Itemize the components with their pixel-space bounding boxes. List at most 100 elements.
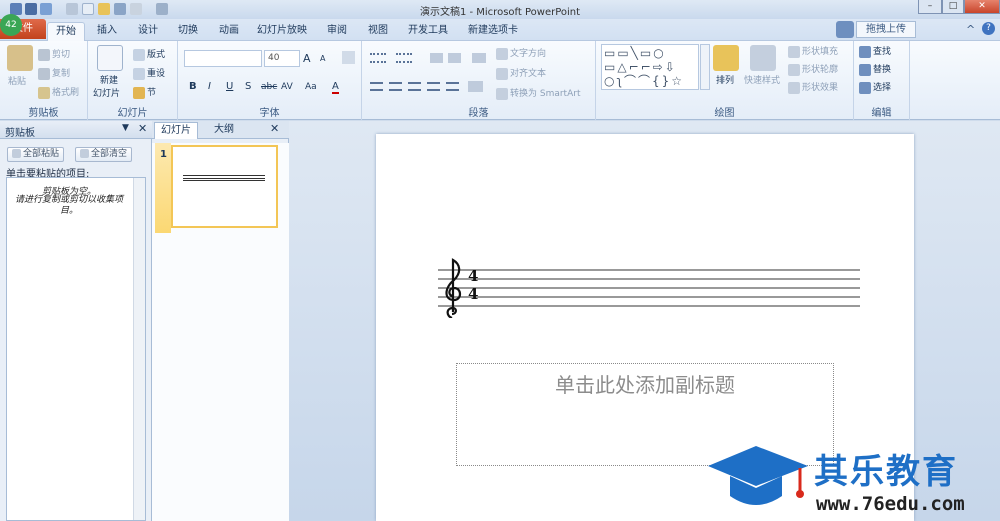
pane-title: 剪贴板 [5, 128, 35, 139]
font-size-input[interactable]: 40 [264, 50, 300, 67]
maximize-button[interactable]: □ [942, 0, 964, 14]
find-button[interactable]: 查找 [859, 44, 891, 58]
shrink-font-button[interactable]: A [320, 54, 325, 63]
distribute-icon[interactable] [446, 82, 459, 91]
quick-styles-button[interactable]: 快速样式 [744, 73, 780, 86]
line-spacing-icon[interactable] [472, 53, 486, 63]
smartart-button[interactable]: 转换为 SmartArt [496, 86, 580, 100]
shadow-button[interactable]: S [245, 81, 251, 92]
shape-effects-button[interactable]: 形状效果 [788, 80, 838, 94]
tab-view[interactable]: 视图 [361, 22, 395, 41]
shape-fill-button[interactable]: 形状填充 [788, 44, 838, 58]
group-font: 40 A A B I U S abc AV Aa A 字体 [178, 41, 362, 120]
tab-outline[interactable]: 大纲 [202, 122, 246, 139]
justify-icon[interactable] [427, 82, 440, 91]
clipboard-list: 剪贴板为空。 请进行复制或剪切以收集项目。 [6, 177, 146, 521]
paste-icon [7, 45, 33, 71]
align-text-icon [496, 67, 508, 80]
tab-developer[interactable]: 开发工具 [402, 22, 454, 41]
group-label: 字体 [259, 108, 280, 119]
char-spacing-button[interactable]: AV [281, 82, 293, 92]
tab-new-tab[interactable]: 新建选项卡 [462, 22, 524, 41]
help-icon[interactable]: ? [982, 22, 995, 35]
smartart-icon [496, 87, 508, 100]
clear-all-icon [80, 149, 89, 158]
reset-button[interactable]: 重设 [133, 66, 165, 80]
text-direction-button[interactable]: 文字方向 [496, 46, 546, 60]
treble-clef-icon [445, 258, 462, 318]
reset-icon [133, 67, 145, 80]
columns-icon[interactable] [468, 81, 483, 92]
bullets-icon[interactable] [370, 53, 386, 63]
cut-button[interactable]: 剪切 [38, 47, 70, 61]
slide-number: 1 [160, 149, 167, 160]
save-icon[interactable] [25, 3, 37, 15]
undo-icon[interactable] [40, 3, 52, 15]
copy-button[interactable]: 复制 [38, 66, 70, 80]
customize-qa-icon[interactable] [156, 3, 168, 15]
tab-review[interactable]: 审阅 [320, 22, 354, 41]
tab-transitions[interactable]: 切换 [171, 22, 205, 41]
pane-close-icon[interactable]: ✕ [138, 122, 147, 135]
new-file-icon[interactable] [82, 3, 94, 15]
open-icon[interactable] [98, 3, 110, 15]
cursor-icon [859, 81, 871, 94]
tab-design[interactable]: 设计 [131, 22, 165, 41]
minimize-ribbon-icon[interactable]: ^ [966, 23, 975, 36]
grow-font-button[interactable]: A [303, 52, 311, 65]
layout-button[interactable]: 版式 [133, 47, 165, 61]
italic-button[interactable]: I [208, 81, 211, 92]
arrange-button[interactable]: 排列 [716, 73, 734, 86]
music-staff[interactable] [432, 258, 862, 318]
section-button[interactable]: 节 [133, 85, 156, 99]
tab-slideshow[interactable]: 幻灯片放映 [252, 22, 312, 41]
replace-button[interactable]: 替换 [859, 62, 891, 76]
format-painter-button[interactable]: 格式刷 [38, 85, 79, 99]
upload-button[interactable]: 拖拽上传 [856, 21, 916, 38]
clipboard-scrollbar[interactable] [133, 178, 145, 520]
tab-home[interactable]: 开始 [47, 22, 85, 41]
bold-button[interactable]: B [189, 81, 197, 92]
group-clipboard: 粘贴 剪切 复制 格式刷 剪贴板 [0, 41, 88, 120]
fill-icon [788, 45, 800, 58]
shapes-gallery[interactable]: ▭▭╲▭○ ▭△⌐⌐⇨⇩ ○ʅ⌒⌒{}☆ [601, 44, 699, 90]
align-left-icon[interactable] [370, 82, 383, 91]
paste-button[interactable]: 粘贴 [8, 74, 26, 87]
group-paragraph: 文字方向 对齐文本 转换为 SmartArt 段落 [362, 41, 596, 120]
align-text-button[interactable]: 对齐文本 [496, 66, 546, 80]
tab-insert[interactable]: 插入 [90, 22, 124, 41]
underline-button[interactable]: U [226, 81, 233, 92]
new-slide-icon [97, 45, 123, 71]
ribbon-tabs: 开始 插入 设计 切换 动画 幻灯片放映 审阅 视图 开发工具 新建选项卡 拖拽… [0, 19, 1000, 41]
clear-format-icon[interactable] [342, 51, 355, 64]
strikethrough-button[interactable]: abc [261, 82, 277, 92]
tab-animations[interactable]: 动画 [212, 22, 246, 41]
slide-thumbnail[interactable] [171, 145, 278, 228]
change-case-button[interactable]: Aa [305, 82, 317, 92]
font-color-button[interactable]: A [332, 81, 339, 94]
new-slide-button[interactable]: 幻灯片 [93, 86, 120, 99]
tab-slides[interactable]: 幻灯片 [154, 122, 198, 139]
close-button[interactable]: ✕ [964, 0, 1000, 14]
align-center-icon[interactable] [389, 82, 402, 91]
format-painter-qa-icon[interactable] [130, 3, 142, 15]
increase-indent-icon[interactable] [448, 53, 461, 63]
print-icon[interactable] [114, 3, 126, 15]
close-pane-icon[interactable]: ✕ [270, 122, 279, 135]
minimize-button[interactable]: – [918, 0, 942, 14]
arrange-icon [713, 45, 739, 71]
new-slide-label[interactable]: 新建 [100, 73, 118, 86]
align-right-icon[interactable] [408, 82, 421, 91]
clear-all-button[interactable]: 全部清空 [75, 147, 133, 162]
replace-icon [859, 63, 871, 76]
paste-all-button[interactable]: 全部粘贴 [7, 147, 65, 162]
font-name-input[interactable] [184, 50, 262, 67]
select-button[interactable]: 选择 [859, 80, 891, 94]
shape-outline-button[interactable]: 形状轮廓 [788, 62, 838, 76]
numbering-icon[interactable] [396, 53, 412, 63]
redo-icon[interactable] [66, 3, 78, 15]
shapes-scroll[interactable] [700, 44, 710, 90]
pane-menu-icon[interactable]: ▼ [122, 123, 129, 133]
cloud-icon[interactable] [836, 21, 854, 38]
decrease-indent-icon[interactable] [430, 53, 443, 63]
